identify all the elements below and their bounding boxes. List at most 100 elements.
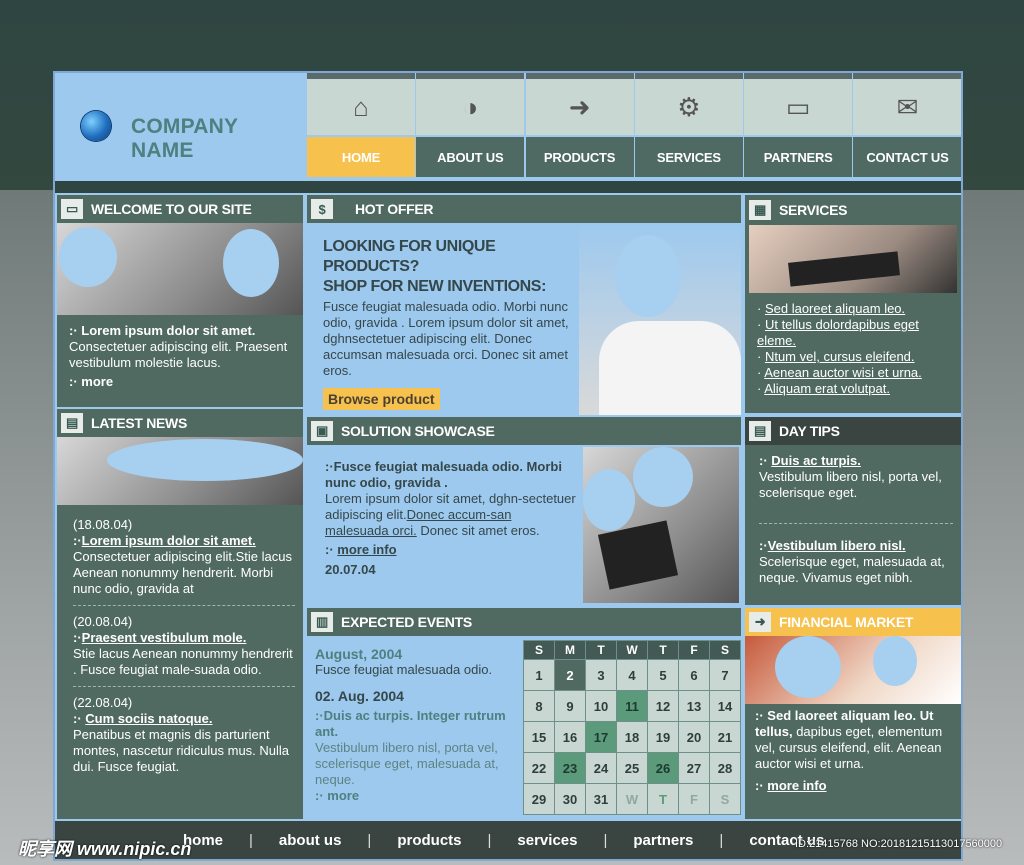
calendar-day[interactable]: 26 (647, 752, 679, 784)
solution-more-info-link[interactable]: more info (337, 542, 396, 557)
calendar-day[interactable]: 18 (616, 721, 648, 753)
footer-link-partners[interactable]: partners (633, 832, 693, 849)
calendar-day[interactable]: 23 (554, 752, 586, 784)
news-headline-link[interactable]: Cum sociis natoque. (85, 711, 212, 726)
footer-link-products[interactable]: products (397, 832, 461, 849)
calendar-day-header: T (585, 640, 617, 660)
nav-contact-us[interactable]: ✉ CONTACT US (853, 73, 962, 181)
financial-photo (745, 636, 961, 704)
calendar-day[interactable]: 27 (678, 752, 710, 784)
calendar-day[interactable]: 31 (585, 783, 617, 815)
calendar-day[interactable]: 13 (678, 690, 710, 722)
welcome-photo (57, 223, 303, 315)
tip-link[interactable]: Duis ac turpis. (771, 453, 861, 468)
calendar-day[interactable]: 8 (523, 690, 555, 722)
events-text: Vestibulum libero nisl, porta vel, scele… (315, 740, 499, 787)
calendar-day[interactable]: 17 (585, 721, 617, 753)
watermark-id: ID:21415768 NO:20181215113017560000 (795, 838, 1003, 850)
hot-offer-title: HOT OFFER (355, 201, 434, 217)
dollar-icon: $ (311, 199, 333, 219)
services-header: ▦ SERVICES (745, 195, 961, 225)
calendar-day[interactable]: 28 (709, 752, 741, 784)
nav-home[interactable]: ⌂ HOME (307, 73, 416, 181)
financial-panel: ➜ FINANCIAL MARKET :· Sed laoreet aliqua… (745, 608, 961, 819)
calendar-day[interactable]: 9 (554, 690, 586, 722)
watermark: 昵享网 www.nipic.cn (18, 839, 192, 859)
calendar-day: T (647, 783, 679, 815)
calendar-day[interactable]: 21 (709, 721, 741, 753)
services-photo (749, 225, 957, 293)
nav-partners[interactable]: ▭ PARTNERS (744, 73, 853, 181)
calendar-day[interactable]: 6 (678, 659, 710, 691)
calendar-day[interactable]: 19 (647, 721, 679, 753)
disc-icon: ◑ (416, 79, 525, 135)
service-link[interactable]: Sed laoreet aliquam leo. (765, 301, 905, 316)
calendar-day[interactable]: 2 (554, 659, 586, 691)
calendar-day[interactable]: 24 (585, 752, 617, 784)
nav-label: SERVICES (634, 137, 743, 177)
calendar-day[interactable]: 16 (554, 721, 586, 753)
calendar-day[interactable]: 5 (647, 659, 679, 691)
nav-products[interactable]: ➜ PRODUCTS (525, 73, 635, 181)
news-headline-link[interactable]: Lorem ipsum dolor sit amet. (82, 533, 256, 548)
calendar-day[interactable]: 4 (616, 659, 648, 691)
calendar-day[interactable]: 30 (554, 783, 586, 815)
calendar-day-header: T (647, 640, 679, 660)
events-month-text: Fusce feugiat malesuada odio. (315, 662, 493, 677)
header-stripe (55, 181, 961, 193)
house-icon: ⌂ (307, 79, 415, 135)
news-text: Penatibus et magnis dis parturient monte… (73, 727, 290, 774)
events-date: 02. Aug. 2004 (315, 688, 404, 704)
calendar-day[interactable]: 22 (523, 752, 555, 784)
calendar-day[interactable]: 15 (523, 721, 555, 753)
news-date: (18.08.04) (73, 517, 133, 532)
main-nav: ⌂ HOME ◑ ABOUT US ➜ PRODUCTS ⚙ SERVICES … (307, 73, 963, 181)
day-tips-panel: ▤ DAY TIPS :· Duis ac turpis. Vestibulum… (745, 417, 961, 605)
calendar-day: F (678, 783, 710, 815)
service-link[interactable]: Aliquam erat volutpat. (764, 381, 890, 396)
solution-panel: ▣ SOLUTION SHOWCASE :·Fusce feugiat male… (307, 417, 741, 605)
calendar-day[interactable]: 20 (678, 721, 710, 753)
financial-more-info-link[interactable]: more info (767, 778, 826, 793)
news-text: Consectetuer adipiscing elit.Stie lacus … (73, 549, 292, 596)
browse-product-button[interactable]: Browse product (323, 388, 440, 410)
events-headline: Duis ac turpis. Integer rutrum ant. (315, 708, 506, 739)
nav-services[interactable]: ⚙ SERVICES (634, 73, 744, 181)
welcome-more-link[interactable]: more (81, 374, 113, 389)
financial-title: FINANCIAL MARKET (779, 614, 914, 630)
service-link[interactable]: Aenean auctor wisi et urna. (764, 365, 922, 380)
calendar-day-header: M (554, 640, 586, 660)
service-link[interactable]: Ntum vel, cursus eleifend. (765, 349, 915, 364)
calendar-day[interactable]: 14 (709, 690, 741, 722)
logo[interactable]: COMPANY NAME (55, 73, 305, 181)
nav-about-us[interactable]: ◑ ABOUT US (416, 73, 525, 181)
calendar-day[interactable]: 10 (585, 690, 617, 722)
hot-offer-panel: $ HOT OFFER LOOKING FOR UNIQUE PRODUCTS?… (307, 195, 741, 415)
calendar-day[interactable]: 7 (709, 659, 741, 691)
calendar-day[interactable]: 29 (523, 783, 555, 815)
globe-icon (81, 111, 111, 141)
calendar-day[interactable]: 1 (523, 659, 555, 691)
events-title: EXPECTED EVENTS (341, 614, 472, 630)
calendar-day[interactable]: 3 (585, 659, 617, 691)
notepad-icon: ▤ (749, 421, 771, 441)
calendar-day[interactable]: 11 (616, 690, 648, 722)
welcome-text: Consectetuer adipiscing elit. Praesent v… (69, 339, 288, 370)
footer-link-about-us[interactable]: about us (279, 832, 342, 849)
welcome-panel: ▭ WELCOME TO OUR SITE :· Lorem ipsum dol… (57, 195, 303, 407)
events-more-link[interactable]: more (327, 788, 359, 803)
calendar-day[interactable]: 25 (616, 752, 648, 784)
news-panel: ▤ LATEST NEWS (18.08.04) :·Lorem ipsum d… (57, 409, 303, 819)
footer-link-services[interactable]: services (517, 832, 577, 849)
tip-link[interactable]: Vestibulum libero nisl. (768, 538, 906, 553)
solution-header: ▣ SOLUTION SHOWCASE (307, 417, 741, 445)
service-link[interactable]: Ut tellus dolordapibus eget eleme. (757, 317, 919, 348)
news-item: (20.08.04) :·Praesent vestibulum mole. S… (73, 614, 295, 678)
tip-text: Scelerisque eget, malesuada at, neque. V… (759, 554, 945, 585)
news-headline-link[interactable]: Praesent vestibulum mole. (82, 630, 247, 645)
events-month: August, 2004 (315, 646, 403, 662)
company-name: COMPANY NAME (131, 115, 238, 162)
calendar-day[interactable]: 12 (647, 690, 679, 722)
clipboard-icon: ▥ (311, 612, 333, 632)
window-icon: ▣ (311, 421, 333, 441)
